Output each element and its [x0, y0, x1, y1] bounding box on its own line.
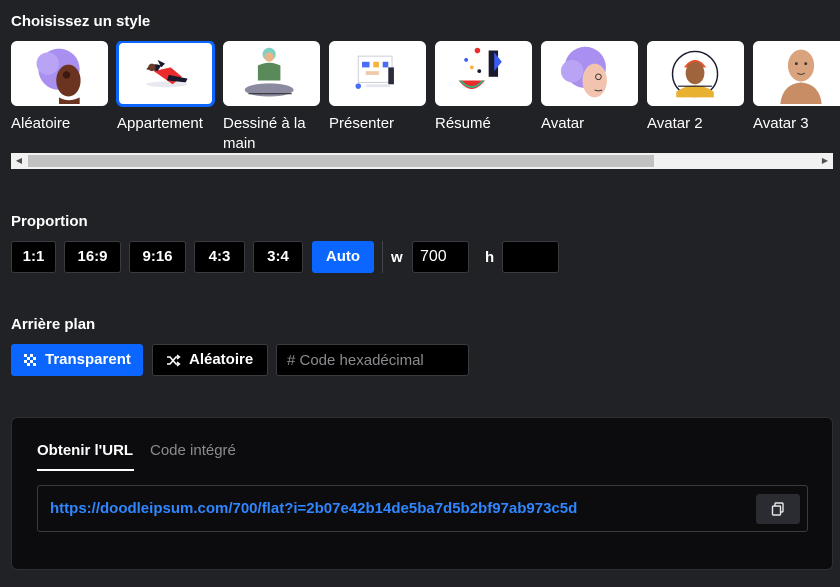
- avatar3-style-thumbnail: [753, 41, 840, 106]
- tab-get-url[interactable]: Obtenir l'URL: [37, 442, 133, 459]
- avatar-style-illustration-icon: [560, 46, 607, 98]
- copy-icon: [771, 502, 784, 516]
- hex-code-input[interactable]: [276, 344, 469, 376]
- url-link[interactable]: https://doodleipsum.com/700/flat?i=2b07e…: [50, 500, 577, 517]
- background-section-title: Arrière plan: [11, 316, 96, 333]
- ratio-button-9-16[interactable]: 9:16: [129, 241, 186, 273]
- style-label: Présenter: [329, 115, 395, 132]
- style-label: Aléatoire: [11, 115, 71, 132]
- style-card-random[interactable]: Aléatoire: [11, 41, 108, 134]
- scroll-left-arrow-icon[interactable]: ◀: [11, 153, 27, 169]
- url-field[interactable]: https://doodleipsum.com/700/flat?i=2b07e…: [37, 485, 808, 532]
- ratio-button-4-3[interactable]: 4:3: [194, 241, 245, 273]
- height-label: h: [485, 249, 495, 266]
- avatar2-style-thumbnail: [647, 41, 744, 106]
- style-carousel[interactable]: Aléatoire Appartement Dessiné à la main …: [11, 41, 840, 151]
- height-input[interactable]: [502, 241, 559, 273]
- hand-drawn-style-thumbnail: [223, 41, 320, 106]
- active-tab-indicator: [37, 469, 134, 471]
- style-label: Résumé: [435, 115, 491, 132]
- style-label: Avatar: [541, 115, 585, 132]
- random-button-label: Aléatoire: [189, 351, 254, 368]
- hand-drawn-style-illustration-icon: [244, 47, 294, 97]
- transparent-background-button[interactable]: Transparent: [11, 344, 143, 376]
- style-section-title: Choisissez un style: [11, 13, 151, 30]
- style-card-avatar-2[interactable]: Avatar 2: [647, 41, 744, 134]
- ratio-button-3-4[interactable]: 3:4: [253, 241, 303, 273]
- shuffle-icon: [167, 354, 181, 367]
- avatar-style-thumbnail: [541, 41, 638, 106]
- style-label: Avatar 3: [753, 115, 809, 132]
- checkerboard-icon: [24, 354, 36, 366]
- width-label: w: [391, 249, 403, 266]
- style-label: Dessiné à la main: [223, 115, 306, 151]
- presenter-style-thumbnail: [329, 41, 426, 106]
- presenter-style-illustration-icon: [355, 55, 394, 89]
- flat-style-thumbnail: [117, 41, 214, 106]
- random-background-button[interactable]: Aléatoire: [152, 344, 268, 376]
- style-label: Avatar 2: [647, 115, 703, 132]
- style-label: Appartement: [117, 115, 203, 132]
- style-card-flat[interactable]: Appartement: [117, 41, 214, 134]
- ratio-button-16-9[interactable]: 16:9: [64, 241, 121, 273]
- style-carousel-scrollbar[interactable]: ◀ ▶: [11, 153, 833, 169]
- width-input[interactable]: 700: [412, 241, 469, 273]
- random-style-thumbnail: [11, 41, 108, 106]
- proportion-section-title: Proportion: [11, 213, 88, 230]
- style-card-hand-drawn[interactable]: Dessiné à la main: [223, 41, 320, 151]
- avatar2-style-illustration-icon: [671, 50, 719, 98]
- transparent-button-label: Transparent: [45, 351, 131, 368]
- ratio-button-1-1[interactable]: 1:1: [11, 241, 56, 273]
- url-panel: Obtenir l'URL Code intégré https://doodl…: [11, 417, 833, 570]
- flat-style-illustration-icon: [146, 59, 188, 88]
- ratio-button-auto[interactable]: Auto: [312, 241, 374, 273]
- divider: [382, 241, 383, 273]
- abstract-style-thumbnail: [435, 41, 532, 106]
- tab-embed-code[interactable]: Code intégré: [150, 442, 236, 459]
- style-card-avatar-3[interactable]: Avatar 3: [753, 41, 840, 134]
- style-card-abstract[interactable]: Résumé: [435, 41, 532, 134]
- avatar3-style-illustration-icon: [780, 49, 822, 104]
- scrollbar-thumb[interactable]: [28, 155, 654, 167]
- scroll-right-arrow-icon[interactable]: ▶: [817, 153, 833, 169]
- random-style-illustration-icon: [36, 48, 81, 104]
- copy-button[interactable]: [756, 494, 800, 524]
- style-card-avatar[interactable]: Avatar: [541, 41, 638, 134]
- abstract-style-illustration-icon: [458, 47, 502, 89]
- style-card-presenter[interactable]: Présenter: [329, 41, 426, 134]
